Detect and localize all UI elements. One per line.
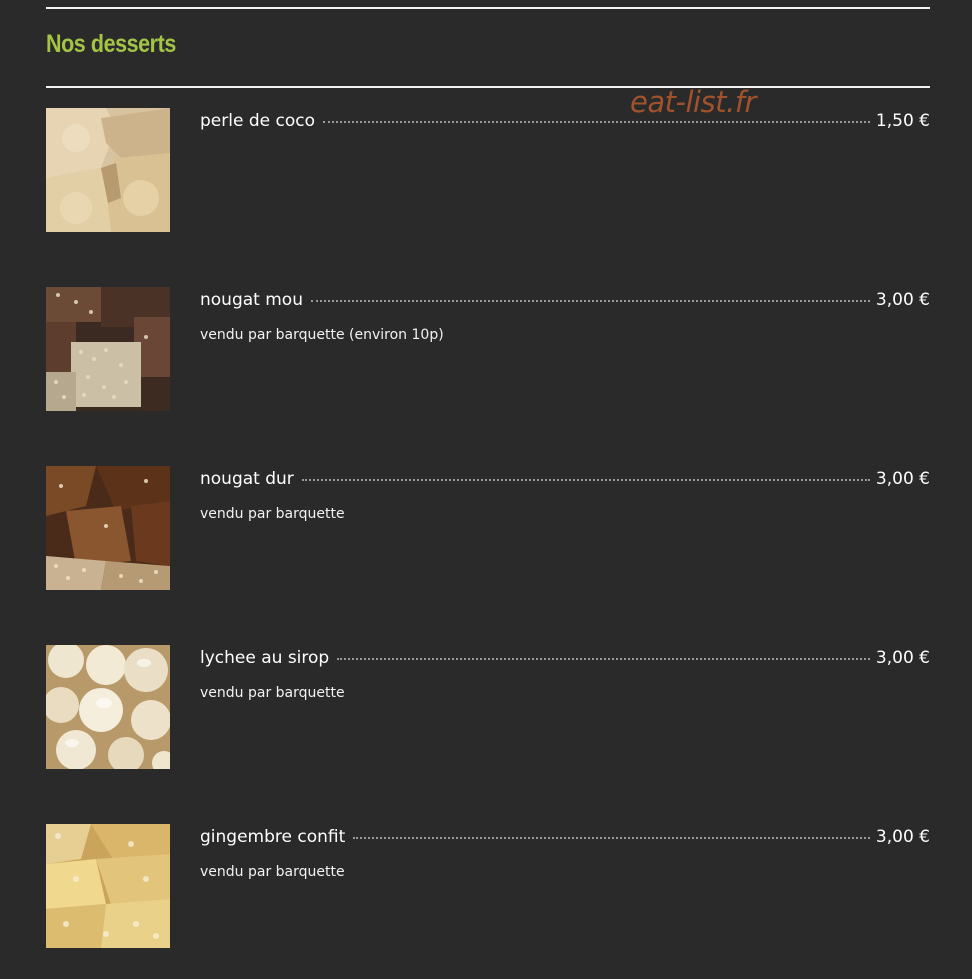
nougat-dur-image[interactable] <box>46 466 170 590</box>
item-name[interactable]: gingembre confit <box>200 826 345 848</box>
title-divider <box>46 86 930 88</box>
watermark: eat-list.fr <box>630 85 756 119</box>
item-description: vendu par barquette <box>200 685 345 701</box>
perle-de-coco-image[interactable] <box>46 108 170 232</box>
item-name[interactable]: nougat mou <box>200 289 303 311</box>
item-description: vendu par barquette <box>200 506 345 522</box>
item-price: 1,50 € <box>875 111 930 131</box>
item-price: 3,00 € <box>875 648 930 668</box>
item-description: vendu par barquette (environ 10p) <box>200 327 444 343</box>
gingembre-confit-image[interactable] <box>46 824 170 948</box>
menu-item: lychee au sirop 3,00 € vendu par barquet… <box>46 645 930 769</box>
item-name[interactable]: perle de coco <box>200 110 315 132</box>
dotted-leader <box>310 299 870 302</box>
section-title: Nos desserts <box>46 30 176 58</box>
menu-item: gingembre confit 3,00 € vendu par barque… <box>46 824 930 948</box>
item-name[interactable]: nougat dur <box>200 468 294 490</box>
dotted-leader <box>322 120 870 123</box>
menu-item: nougat dur 3,00 € vendu par barquette <box>46 466 930 590</box>
item-name[interactable]: lychee au sirop <box>200 647 329 669</box>
menu-item: perle de coco 1,50 € <box>46 108 930 232</box>
dotted-leader <box>301 478 870 481</box>
item-row: nougat mou 3,00 € <box>200 289 930 311</box>
lychee-au-sirop-image[interactable] <box>46 645 170 769</box>
dotted-leader <box>353 836 870 839</box>
item-row: gingembre confit 3,00 € <box>200 826 930 848</box>
item-row: perle de coco 1,50 € <box>200 110 930 132</box>
dotted-leader <box>337 657 870 660</box>
item-price: 3,00 € <box>875 469 930 489</box>
item-price: 3,00 € <box>875 290 930 310</box>
item-row: nougat dur 3,00 € <box>200 468 930 490</box>
nougat-mou-image[interactable] <box>46 287 170 411</box>
item-price: 3,00 € <box>875 827 930 847</box>
top-divider <box>46 7 930 9</box>
item-row: lychee au sirop 3,00 € <box>200 647 930 669</box>
menu-item: nougat mou 3,00 € vendu par barquette (e… <box>46 287 930 411</box>
item-description: vendu par barquette <box>200 864 345 880</box>
